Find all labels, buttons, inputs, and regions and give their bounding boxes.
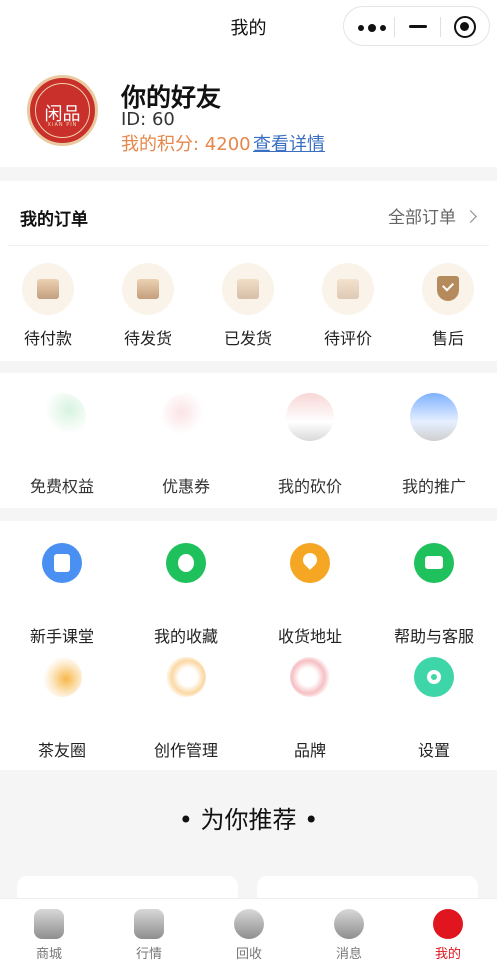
tool-shipping-address[interactable]: 收货地址 xyxy=(248,543,372,653)
edit-icon xyxy=(166,657,206,697)
tab-recycle[interactable]: 回收 xyxy=(199,909,299,961)
top-navigation-bar: 我的 xyxy=(0,0,497,52)
gear-icon xyxy=(414,657,454,697)
orders-title: 我的订单 xyxy=(20,210,88,230)
chat-icon xyxy=(414,543,454,583)
comment-icon xyxy=(322,263,374,315)
tool-beginner-class[interactable]: 新手课堂 xyxy=(0,543,124,653)
tool-label: 收货地址 xyxy=(277,627,342,646)
service-label: 免费权益 xyxy=(29,477,94,496)
service-my-bargain[interactable]: 我的砍价 xyxy=(248,393,372,496)
message-icon xyxy=(334,909,364,939)
service-my-promotion[interactable]: 我的推广 xyxy=(372,393,496,496)
capsule-divider xyxy=(440,17,441,37)
tool-label: 品牌 xyxy=(293,741,326,760)
tool-settings[interactable]: 设置 xyxy=(372,657,496,767)
brand-icon xyxy=(290,657,330,697)
tool-label: 帮助与客服 xyxy=(393,627,474,646)
all-orders-link[interactable]: 全部订单 xyxy=(388,203,477,228)
miniprogram-capsule xyxy=(343,6,490,46)
book-icon xyxy=(42,543,82,583)
tools-section: 新手课堂 我的收藏 收货地址 帮助与客服 茶友圈 创作管理 品牌 设置 xyxy=(0,521,497,770)
tab-label: 我的 xyxy=(434,947,461,961)
order-status-label: 待付款 xyxy=(23,329,72,348)
tool-brand[interactable]: 品牌 xyxy=(248,657,372,767)
location-icon xyxy=(290,543,330,583)
tool-help-service[interactable]: 帮助与客服 xyxy=(372,543,496,653)
chevron-right-icon xyxy=(464,210,477,223)
truck-icon xyxy=(222,263,274,315)
circle-icon xyxy=(42,657,82,697)
order-status-pending-review[interactable]: 待评价 xyxy=(308,263,388,353)
service-label: 优惠券 xyxy=(161,477,210,496)
tab-label: 消息 xyxy=(335,947,362,961)
coupon-icon xyxy=(162,393,210,441)
profile-id: ID: 60 xyxy=(121,109,175,130)
trend-icon xyxy=(134,909,164,939)
wallet-icon xyxy=(22,263,74,315)
order-status-label: 已发货 xyxy=(223,329,272,348)
tab-mine[interactable]: 我的 xyxy=(398,909,497,961)
package-icon xyxy=(122,263,174,315)
tool-label: 设置 xyxy=(417,741,450,760)
order-status-after-sales[interactable]: 售后 xyxy=(408,263,488,353)
tab-messages[interactable]: 消息 xyxy=(299,909,399,961)
close-miniprogram-icon[interactable] xyxy=(454,16,476,38)
points-detail-link[interactable]: 查看详情 xyxy=(253,130,325,156)
service-coupons[interactable]: 优惠券 xyxy=(124,393,248,496)
order-status-pending-payment[interactable]: 待付款 xyxy=(8,263,88,353)
tool-label: 我的收藏 xyxy=(153,627,218,646)
tool-tea-friends[interactable]: 茶友圈 xyxy=(0,657,124,767)
bargain-icon xyxy=(286,393,334,441)
tab-market[interactable]: 行情 xyxy=(99,909,199,961)
order-status-shipped[interactable]: 已发货 xyxy=(208,263,288,353)
gift-icon xyxy=(38,393,86,441)
service-label: 我的砍价 xyxy=(277,477,342,496)
order-status-pending-shipment[interactable]: 待发货 xyxy=(108,263,188,353)
profile-card: 闲品 XIAN PIN 你的好友 ID: 60 我的积分: 4200 查看详情 xyxy=(0,52,497,167)
minimize-icon[interactable] xyxy=(409,25,427,28)
tool-creation-management[interactable]: 创作管理 xyxy=(124,657,248,767)
tab-shop[interactable]: 商城 xyxy=(0,909,99,961)
star-icon xyxy=(166,543,206,583)
promote-icon xyxy=(410,393,458,441)
bottom-tab-bar: 商城 行情 回收 消息 我的 xyxy=(0,898,497,961)
tool-label: 创作管理 xyxy=(153,741,218,760)
divider xyxy=(8,245,489,246)
recommend-section: • 为你推荐 • xyxy=(0,770,497,906)
profile-points: 我的积分: 4200 xyxy=(121,134,251,155)
service-label: 我的推广 xyxy=(401,477,466,496)
tool-my-favorites[interactable]: 我的收藏 xyxy=(124,543,248,653)
tool-label: 茶友圈 xyxy=(37,741,86,760)
service-free-benefits[interactable]: 免费权益 xyxy=(0,393,124,496)
tab-label: 行情 xyxy=(135,947,162,961)
order-status-label: 待发货 xyxy=(123,329,172,348)
capsule-divider xyxy=(394,17,395,37)
tab-label: 商城 xyxy=(35,947,62,961)
tool-label: 新手课堂 xyxy=(29,627,94,646)
shield-check-icon xyxy=(422,263,474,315)
tab-label: 回收 xyxy=(235,947,262,961)
recommend-title: • 为你推荐 • xyxy=(178,806,319,834)
orders-section: 我的订单 全部订单 待付款 待发货 已发货 待评价 售后 xyxy=(0,181,497,361)
shop-icon xyxy=(34,909,64,939)
order-status-label: 待评价 xyxy=(323,329,372,348)
profile-icon xyxy=(433,909,463,939)
all-orders-label: 全部订单 xyxy=(388,208,456,228)
more-icon[interactable] xyxy=(358,19,388,35)
order-status-label: 售后 xyxy=(431,329,464,348)
avatar[interactable]: 闲品 XIAN PIN xyxy=(27,75,98,146)
recycle-icon xyxy=(234,909,264,939)
services-section: 免费权益 优惠券 我的砍价 我的推广 xyxy=(0,373,497,508)
avatar-sub-text: XIAN PIN xyxy=(47,122,78,128)
